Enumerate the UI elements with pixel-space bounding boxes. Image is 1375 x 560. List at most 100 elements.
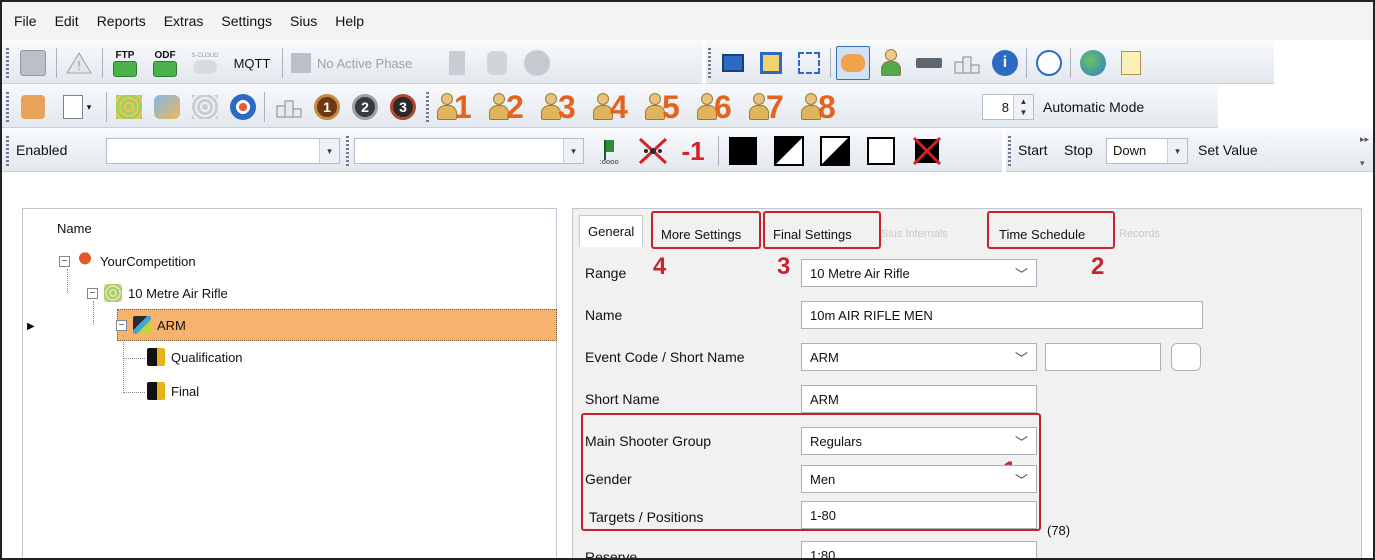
tab-general[interactable]: General <box>579 215 644 247</box>
gender-value: Men <box>810 472 836 487</box>
current-row-indicator-icon: ▶ <box>27 321 35 332</box>
tab-records[interactable]: Records <box>1111 217 1168 251</box>
selection-button[interactable] <box>792 46 826 80</box>
toolbar-separator <box>102 48 103 78</box>
tab-sius-internals[interactable]: Sius Internals <box>873 217 956 251</box>
menu-settings[interactable]: Settings <box>221 13 272 29</box>
hand-button[interactable] <box>480 46 514 80</box>
stop-button[interactable]: Stop <box>1064 142 1093 158</box>
toolbar-grip[interactable] <box>708 48 711 78</box>
toolbar-grip[interactable] <box>6 48 9 78</box>
white-target-button[interactable] <box>864 134 898 168</box>
podium-button[interactable] <box>272 90 306 124</box>
tree-node-competition[interactable]: − YourCompetition <box>59 245 196 277</box>
minus-one-button[interactable]: -1 <box>676 134 710 168</box>
tree-node-qualification[interactable]: Qualification <box>147 341 243 373</box>
reserve-input[interactable]: 1;80 <box>801 541 1037 558</box>
save-icon <box>20 50 46 76</box>
medal-3-icon: 3 <box>390 94 416 120</box>
medal-1-icon: 1 <box>314 94 340 120</box>
target-frame-button[interactable] <box>754 46 788 80</box>
shooter-button[interactable] <box>874 46 908 80</box>
notes-button[interactable] <box>1114 46 1148 80</box>
tree-node-event-selected[interactable]: − ARM <box>116 309 557 341</box>
menu-help[interactable]: Help <box>335 13 364 29</box>
rifle-button[interactable] <box>912 46 946 80</box>
collapse-icon[interactable]: − <box>87 287 98 299</box>
move-down-button[interactable] <box>440 46 474 80</box>
ranking-button[interactable] <box>950 46 984 80</box>
odf-button[interactable]: ODF <box>148 46 182 80</box>
start-target-button[interactable]: :oooo <box>592 134 626 168</box>
half-white-target-button[interactable] <box>818 134 852 168</box>
gender-select[interactable]: Men ﹀ <box>801 465 1037 493</box>
short-name-input[interactable]: ARM <box>801 385 1037 413</box>
podium-icon <box>276 100 302 118</box>
black-target-button[interactable] <box>726 134 760 168</box>
menu-edit[interactable]: Edit <box>55 13 79 29</box>
pages-dropdown-button[interactable]: ▾ <box>54 90 100 124</box>
chevron-down-icon[interactable]: ▾ <box>1167 139 1187 163</box>
collapse-icon[interactable]: − <box>116 319 127 331</box>
handshake-button[interactable] <box>836 46 870 80</box>
target-select[interactable]: ▾ <box>354 138 584 164</box>
mqtt-button[interactable]: MQTT <box>228 46 276 80</box>
toolbar-overflow-icon[interactable]: ▸▸ ▾ <box>1360 133 1369 169</box>
tree-node-final[interactable]: Final <box>147 375 199 407</box>
delete-shots-button[interactable] <box>636 134 670 168</box>
sync-targets-button[interactable] <box>150 90 184 124</box>
chevron-down-icon[interactable]: ▾ <box>563 139 583 163</box>
spinner-arrows-icon[interactable]: ▲ ▼ <box>1013 95 1033 119</box>
targets-gray-button[interactable] <box>188 90 222 124</box>
menu-sius[interactable]: Sius <box>290 13 317 29</box>
menu-reports[interactable]: Reports <box>97 13 146 29</box>
silver-medal-button[interactable]: 2 <box>348 90 382 124</box>
bronze-medal-button[interactable]: 3 <box>386 90 420 124</box>
direction-select[interactable]: Down ▾ <box>1106 138 1188 164</box>
toolbar-grip[interactable] <box>1008 136 1011 166</box>
targets-grid-button[interactable] <box>112 90 146 124</box>
menu-extras[interactable]: Extras <box>164 13 204 29</box>
collapse-icon[interactable]: − <box>59 255 70 267</box>
start-button[interactable]: Start <box>1018 142 1048 158</box>
short-name-value: ARM <box>810 392 839 407</box>
targets-input[interactable]: 1-80 <box>801 501 1037 529</box>
status-select[interactable]: ▾ <box>106 138 340 164</box>
clock-button[interactable] <box>1032 46 1066 80</box>
relay-count-spinner[interactable]: 8 ▲ ▼ <box>982 94 1034 120</box>
tree-node-discipline[interactable]: − 10 Metre Air Rifle <box>87 277 228 309</box>
toolbar-grip[interactable] <box>6 92 9 122</box>
half-black-target-button[interactable] <box>772 134 806 168</box>
shooter-group-select[interactable]: Regulars ﹀ <box>801 427 1037 455</box>
range-select[interactable]: 10 Metre Air Rifle ﹀ <box>801 259 1037 287</box>
application-window: File Edit Reports Extras Settings Sius H… <box>0 0 1375 560</box>
automatic-mode-button[interactable]: Automatic Mode <box>1038 90 1188 124</box>
users-button[interactable] <box>520 46 554 80</box>
active-phase-button[interactable]: No Active Phase <box>286 46 436 80</box>
info-button[interactable]: i <box>988 46 1022 80</box>
toolbar-grip[interactable] <box>426 92 429 122</box>
ftp-button[interactable]: FTP <box>108 46 142 80</box>
color-picker-button[interactable] <box>1171 343 1201 371</box>
gold-medal-button[interactable]: 1 <box>310 90 344 124</box>
toolbar-grip[interactable] <box>346 136 349 166</box>
warning-button[interactable]: ! <box>62 46 96 80</box>
save-button[interactable] <box>16 46 50 80</box>
search-target-button[interactable] <box>226 90 260 124</box>
name-input[interactable]: 10m AIR RIFLE MEN <box>801 301 1203 329</box>
web-button[interactable] <box>1076 46 1110 80</box>
no-target-button[interactable] <box>910 134 944 168</box>
tab-label: General <box>588 224 635 239</box>
s-cloud-button[interactable]: S-CLOUD <box>188 46 222 80</box>
menu-file[interactable]: File <box>14 13 37 29</box>
svg-text:!: ! <box>77 59 82 73</box>
chevron-down-icon[interactable]: ▾ <box>319 139 339 163</box>
svg-text::oooo: :oooo <box>599 158 619 166</box>
set-value-button[interactable]: Set Value <box>1198 142 1258 158</box>
tree-node-label: Qualification <box>171 349 243 365</box>
monitor-button[interactable] <box>716 46 750 80</box>
event-code-select[interactable]: ARM ﹀ <box>801 343 1037 371</box>
toolbar-grip[interactable] <box>6 136 9 166</box>
short-name-extra-input[interactable] <box>1045 343 1161 371</box>
pointer-button[interactable] <box>16 90 50 124</box>
